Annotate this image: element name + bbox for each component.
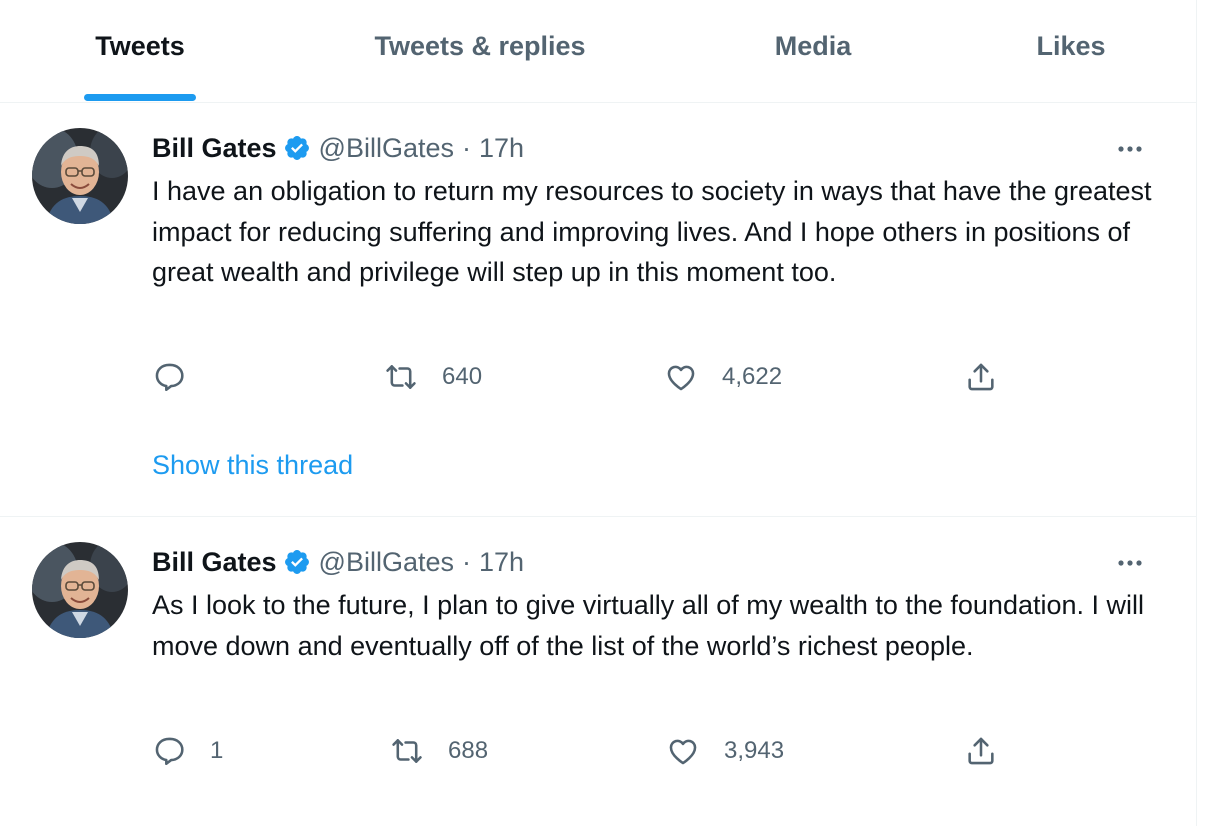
tab-likes[interactable]: Likes bbox=[1016, 0, 1126, 102]
like-button[interactable]: 3,943 bbox=[666, 731, 784, 771]
active-tab-indicator bbox=[84, 94, 196, 101]
share-icon bbox=[968, 363, 994, 391]
reply-button[interactable] bbox=[152, 357, 186, 397]
separator-dot: · bbox=[462, 132, 471, 163]
tweet-text: I have an obligation to return my resour… bbox=[152, 176, 1152, 287]
author-handle[interactable]: @BillGates bbox=[319, 547, 454, 578]
reply-icon bbox=[155, 363, 184, 392]
tweet-header: Bill Gates @BillGates · 17h bbox=[152, 130, 524, 166]
tab-tweets-and-replies[interactable]: Tweets & replies bbox=[346, 0, 614, 102]
tweet-header: Bill Gates @BillGates · 17h bbox=[152, 544, 524, 580]
reply-count: 1 bbox=[210, 737, 224, 764]
tweet-text: As I look to the future, I plan to give … bbox=[152, 590, 1145, 661]
like-button[interactable]: 4,622 bbox=[664, 357, 782, 397]
profile-timeline: Tweets Tweets & replies Media Likes Bill… bbox=[0, 0, 1212, 826]
heart-icon bbox=[669, 739, 697, 765]
reply-button[interactable]: 1 bbox=[152, 731, 223, 771]
retweet-count: 688 bbox=[448, 737, 489, 764]
retweet-count: 640 bbox=[442, 363, 483, 390]
share-icon bbox=[968, 737, 994, 765]
author-handle[interactable]: @BillGates bbox=[319, 133, 454, 164]
tweet-actions: 1 688 3,943 bbox=[152, 731, 1022, 771]
share-button[interactable] bbox=[964, 731, 998, 771]
avatar-image bbox=[32, 128, 128, 224]
like-count: 4,622 bbox=[722, 363, 783, 390]
tweet-timestamp[interactable]: 17h bbox=[479, 547, 524, 578]
retweet-icon bbox=[392, 739, 422, 763]
more-options-icon[interactable] bbox=[1112, 130, 1148, 166]
tab-media-label: Media bbox=[774, 31, 852, 61]
retweet-button[interactable]: 640 bbox=[384, 357, 482, 397]
retweet-icon bbox=[386, 365, 416, 389]
avatar-image bbox=[32, 542, 128, 638]
show-thread-link[interactable]: Show this thread bbox=[152, 450, 353, 481]
avatar[interactable] bbox=[32, 542, 128, 638]
separator-dot: · bbox=[462, 546, 471, 577]
author-name[interactable]: Bill Gates bbox=[152, 547, 277, 578]
profile-tabs: Tweets Tweets & replies Media Likes bbox=[0, 0, 1196, 103]
tweet-timestamp[interactable]: 17h bbox=[479, 133, 524, 164]
tab-tweets-label: Tweets bbox=[95, 31, 185, 61]
column-border bbox=[1196, 0, 1197, 826]
tab-tweets-and-replies-label: Tweets & replies bbox=[374, 31, 586, 61]
retweet-button[interactable]: 688 bbox=[390, 731, 488, 771]
tweet[interactable]: Bill Gates @BillGates · 17h As I look to… bbox=[0, 517, 1196, 826]
verified-badge-icon bbox=[284, 550, 309, 574]
heart-icon bbox=[667, 365, 695, 391]
like-count: 3,943 bbox=[724, 737, 785, 764]
avatar[interactable] bbox=[32, 128, 128, 224]
author-name[interactable]: Bill Gates bbox=[152, 133, 277, 164]
reply-icon bbox=[155, 737, 184, 766]
share-button[interactable] bbox=[964, 357, 998, 397]
verified-badge-icon bbox=[284, 136, 309, 160]
tab-media[interactable]: Media bbox=[748, 0, 878, 102]
tab-tweets[interactable]: Tweets bbox=[72, 0, 208, 102]
tweet[interactable]: Bill Gates @BillGates · 17h I have an ob… bbox=[0, 103, 1196, 517]
more-options-icon[interactable] bbox=[1112, 544, 1148, 580]
tweet-actions: 640 4,622 bbox=[152, 357, 1022, 397]
tab-likes-label: Likes bbox=[1036, 31, 1106, 61]
